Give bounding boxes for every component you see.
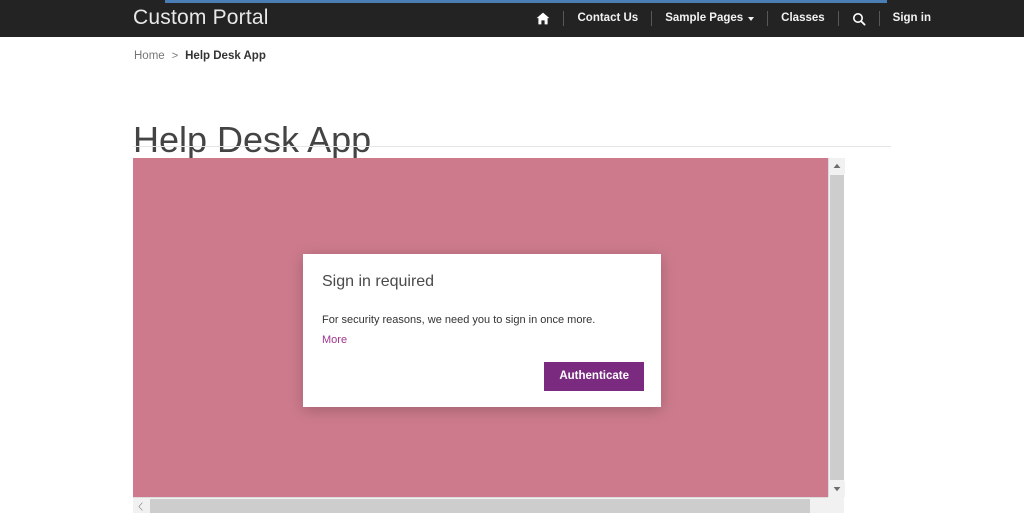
authenticate-button[interactable]: Authenticate	[544, 362, 644, 391]
nav-item-sample-pages[interactable]: Sample Pages	[652, 0, 767, 37]
chevron-down-icon	[748, 16, 755, 21]
dialog-body-text: For security reasons, we need you to sig…	[322, 314, 596, 326]
home-icon	[536, 12, 550, 25]
vertical-scrollbar-thumb[interactable]	[830, 175, 844, 480]
nav-item-search[interactable]	[839, 0, 879, 37]
accent-line	[165, 0, 887, 3]
horizontal-scrollbar-thumb[interactable]	[150, 499, 810, 513]
scrollbar-corner	[828, 497, 844, 513]
nav-item-contact-us[interactable]: Contact Us	[564, 0, 651, 37]
breadcrumb-item-current: Help Desk App	[185, 50, 266, 62]
breadcrumb-item-home[interactable]: Home	[134, 50, 165, 62]
breadcrumb-separator: >	[171, 50, 179, 62]
nav-item-sign-in[interactable]: Sign in	[880, 0, 944, 37]
nav-item-classes[interactable]: Classes	[768, 0, 837, 37]
sign-in-required-dialog: Sign in required For security reasons, w…	[303, 254, 661, 407]
dialog-more-link[interactable]: More	[322, 332, 347, 348]
nav-label-sample-pages: Sample Pages	[665, 12, 744, 24]
title-divider	[133, 146, 891, 147]
app-canvas: Sign in required For security reasons, w…	[133, 158, 828, 497]
scroll-down-button[interactable]	[829, 481, 845, 497]
nav-item-home[interactable]	[523, 0, 563, 37]
main-navigation: Contact Us Sample Pages Classes Sign in	[523, 0, 944, 37]
scroll-left-button[interactable]	[133, 498, 149, 514]
top-accent-strip	[0, 0, 1024, 4]
site-brand[interactable]: Custom Portal	[133, 4, 269, 32]
site-header: Custom Portal Contact Us Sample Pages Cl…	[0, 0, 1024, 37]
horizontal-scrollbar[interactable]	[133, 497, 844, 513]
nav-label-sign-in: Sign in	[892, 12, 931, 24]
scroll-up-button[interactable]	[829, 158, 845, 174]
page-title: Help Desk App	[133, 119, 372, 161]
nav-label-classes: Classes	[781, 12, 825, 24]
embedded-app-frame: Sign in required For security reasons, w…	[133, 158, 845, 513]
breadcrumb: Home > Help Desk App	[134, 50, 266, 62]
nav-label-contact-us: Contact Us	[577, 12, 639, 24]
dialog-title: Sign in required	[322, 273, 435, 290]
search-icon	[852, 12, 866, 26]
vertical-scrollbar[interactable]	[828, 158, 845, 497]
